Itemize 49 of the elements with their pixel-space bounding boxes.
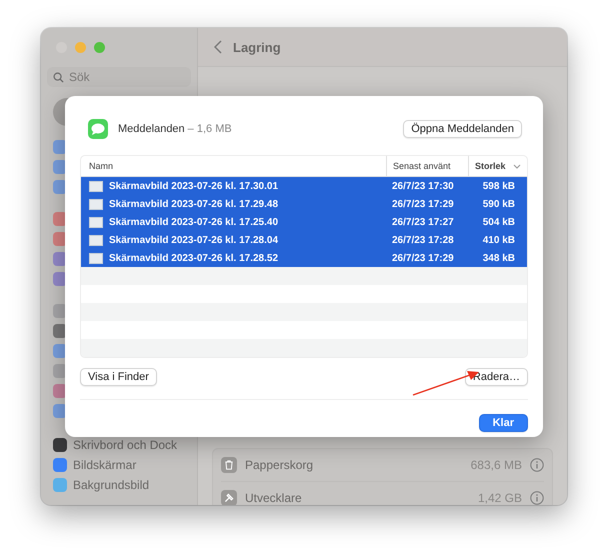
- sidebar-item[interactable]: Bildskärmar: [47, 455, 191, 475]
- open-app-button[interactable]: Öppna Meddelanden: [403, 120, 522, 138]
- size-cell-text: 504 kB: [482, 216, 516, 228]
- image-file-icon: [89, 180, 103, 192]
- sidebar-item[interactable]: Bakgrundsbild: [47, 475, 191, 495]
- table-row[interactable]: Skärmavbild 2023-07-26 kl. 17.25.40 26/7/23 17:27 504 kB: [81, 213, 527, 231]
- app-name: Meddelanden: [118, 123, 185, 135]
- file-name: Skärmavbild 2023-07-26 kl. 17.28.52: [109, 252, 278, 264]
- column-header[interactable]: Senast använt: [386, 156, 468, 176]
- show-in-finder-button[interactable]: Visa i Finder: [80, 368, 157, 386]
- sidebar-item[interactable]: Skrivbord och Dock: [47, 435, 191, 455]
- file-name: Skärmavbild 2023-07-26 kl. 17.28.04: [109, 234, 278, 246]
- info-icon[interactable]: [530, 491, 544, 505]
- trash-icon: [221, 457, 237, 473]
- image-file-icon: [89, 234, 103, 246]
- storage-item-label: Utvecklare: [245, 491, 302, 505]
- image-file-icon: [89, 198, 103, 210]
- table-row[interactable]: Skärmavbild 2023-07-26 kl. 17.28.04 26/7/23 17:28 410 kB: [81, 231, 527, 249]
- table-row[interactable]: Skärmavbild 2023-07-26 kl. 17.29.48 26/7/23 17:29 590 kB: [81, 195, 527, 213]
- date-cell-text: 26/7/23 17:29: [391, 198, 455, 210]
- image-file-icon: [89, 252, 103, 264]
- done-button[interactable]: Klar: [478, 414, 528, 432]
- size-cell-text: 598 kB: [482, 180, 516, 192]
- file-name: Skärmavbild 2023-07-26 kl. 17.30.01: [109, 180, 278, 192]
- storage-size: 683,6 MB: [470, 458, 522, 472]
- column-header[interactable]: Storlek: [468, 156, 527, 176]
- size-cell-text: 590 kB: [482, 198, 516, 210]
- column-header[interactable]: Namn: [81, 156, 386, 176]
- storage-size: 1,42 GB: [478, 491, 522, 505]
- date-cell-text: 26/7/23 17:27: [391, 216, 455, 228]
- hammer-icon: [221, 490, 237, 505]
- window-title: Lagring: [233, 40, 281, 54]
- size-cell-text: 348 kB: [482, 252, 516, 264]
- date-cell-text: 26/7/23 17:28: [391, 234, 455, 246]
- storage-item-label: Papperskorg: [245, 458, 314, 472]
- app-size: – 1,6 MB: [188, 123, 232, 135]
- size-cell-text: 410 kB: [482, 234, 516, 246]
- image-file-icon: [89, 216, 103, 228]
- chevron-down-icon: [513, 164, 521, 168]
- table-row[interactable]: Skärmavbild 2023-07-26 kl. 17.28.52 26/7/23 17:29 348 kB: [81, 249, 527, 267]
- speech-bubble-icon: [88, 119, 108, 139]
- table-row[interactable]: Skärmavbild 2023-07-26 kl. 17.30.01 26/7/23 17:30 598 kB: [81, 177, 527, 195]
- file-name: Skärmavbild 2023-07-26 kl. 17.25.40: [109, 216, 278, 228]
- file-name: Skärmavbild 2023-07-26 kl. 17.29.48: [109, 198, 278, 210]
- info-icon[interactable]: [530, 458, 544, 472]
- date-cell-text: 26/7/23 17:30: [391, 180, 455, 192]
- date-cell-text: 26/7/23 17:29: [391, 252, 455, 264]
- back-chevron-icon[interactable]: [214, 40, 222, 54]
- search-field[interactable]: Sök: [47, 67, 191, 87]
